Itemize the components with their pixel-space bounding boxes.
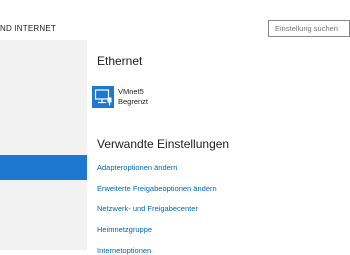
settings-header: ND INTERNET	[0, 0, 350, 40]
page-title: ND INTERNET	[0, 24, 56, 33]
adapter-status: Begrenzt	[118, 97, 149, 106]
link-homegroup[interactable]: Heimnetzgruppe	[97, 225, 152, 234]
search-input[interactable]	[275, 24, 349, 33]
link-network-sharing-center[interactable]: Netzwerk- und Freigabecenter	[97, 204, 198, 213]
network-adapter-icon[interactable]	[92, 86, 114, 108]
link-internet-options[interactable]: Internetoptionen	[97, 246, 151, 255]
ethernet-section-title: Ethernet	[97, 54, 143, 68]
link-adapter-options[interactable]: Adapteroptionen ändern	[97, 163, 177, 172]
related-settings-title: Verwandte Einstellungen	[97, 137, 230, 151]
sidebar-item-selected[interactable]	[0, 155, 87, 180]
adapter-name[interactable]: VMnet5	[118, 87, 144, 96]
link-advanced-sharing[interactable]: Erweiterte Freigabeoptionen ändern	[97, 184, 217, 193]
main-content: Ethernet VMnet5 Begrenzt Verwandte Einst…	[87, 40, 350, 255]
sidebar	[0, 40, 87, 250]
settings-search-box[interactable]	[268, 20, 350, 37]
